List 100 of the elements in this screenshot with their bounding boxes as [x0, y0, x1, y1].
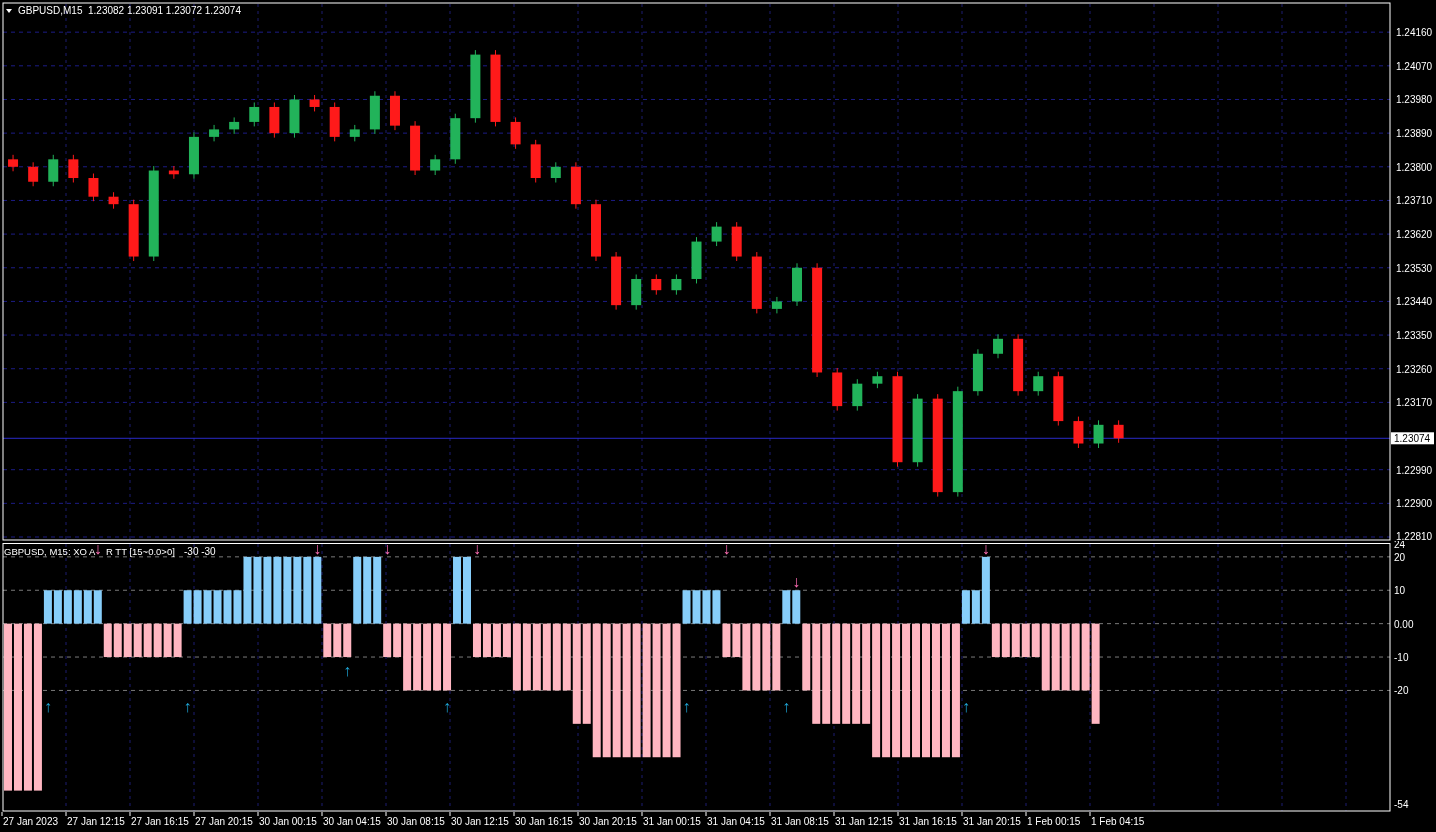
- histogram-bar: [123, 623, 132, 658]
- time-label: 27 Jan 16:15: [131, 816, 189, 827]
- indicator-scale-label: -10: [1394, 652, 1409, 664]
- time-label: 31 Jan 00:15: [643, 816, 701, 827]
- histogram-bar: [103, 623, 112, 658]
- histogram-bar: [223, 590, 232, 624]
- histogram-bar: [83, 590, 92, 624]
- signal-arrow: ↓: [313, 541, 322, 557]
- price-label: 1.23890: [1396, 128, 1433, 140]
- histogram-bar: [63, 590, 72, 624]
- dropdown-icon[interactable]: [6, 9, 12, 13]
- candle: [68, 154, 79, 183]
- signal-arrow: ↑: [443, 698, 452, 716]
- candle: [390, 90, 400, 131]
- histogram-bar: [303, 556, 312, 624]
- histogram-bar: [333, 623, 342, 658]
- price-label: 1.23440: [1396, 296, 1433, 308]
- candle: [771, 296, 782, 314]
- indicator-title: R TT [15~0.0>0]: [106, 546, 175, 557]
- time-label: 30 Jan 00:15: [259, 816, 317, 827]
- candle: [229, 116, 240, 135]
- signal-arrow: ↑: [43, 698, 52, 716]
- histogram-bar: [413, 623, 422, 691]
- signal-arrow: ↓: [792, 572, 801, 590]
- time-label: 27 Jan 2023: [3, 816, 59, 827]
- histogram-bar: [552, 623, 561, 691]
- price-label: 1.23710: [1396, 195, 1433, 207]
- histogram-bar: [1051, 623, 1060, 691]
- signal-arrow: ↑: [183, 698, 192, 716]
- current-price-label: 1.23074: [1391, 432, 1434, 445]
- price-label: 1.24160: [1396, 27, 1433, 39]
- histogram-bar: [53, 590, 62, 624]
- chart-title: GBPUSD,M15 1.23082 1.23091 1.23072 1.23074: [18, 5, 241, 16]
- candle: [349, 124, 360, 142]
- candle: [631, 274, 642, 311]
- candle: [591, 199, 601, 262]
- candle: [1093, 419, 1104, 449]
- histogram-bar: [542, 623, 551, 691]
- signal-arrow: ↓: [981, 541, 990, 557]
- histogram-bar: [762, 623, 771, 691]
- candle: [289, 94, 300, 139]
- histogram-bar: [283, 556, 292, 624]
- time-label: 31 Jan 16:15: [899, 816, 957, 827]
- candle: [1013, 333, 1024, 397]
- time-label: 30 Jan 16:15: [515, 816, 573, 827]
- time-label: 31 Jan 08:15: [771, 816, 829, 827]
- candle: [128, 199, 139, 262]
- time-label: 31 Jan 12:15: [835, 816, 893, 827]
- candle: [832, 367, 843, 412]
- price-label: 1.22900: [1396, 498, 1433, 510]
- indicator-scale-label: -54: [1394, 799, 1409, 810]
- candle: [611, 251, 622, 311]
- histogram-bar: [423, 623, 432, 691]
- histogram-bar: [1021, 623, 1030, 658]
- candle: [711, 221, 722, 247]
- candle: [671, 274, 682, 296]
- candle: [249, 101, 260, 127]
- time-label: 30 Jan 12:15: [451, 816, 509, 827]
- signal-arrow: ↓: [383, 541, 392, 557]
- candle: [329, 101, 340, 142]
- candle: [751, 251, 762, 314]
- indicator-scale-label: -20: [1394, 685, 1409, 697]
- candle: [28, 161, 39, 187]
- candle: [570, 161, 581, 210]
- histogram-bar: [463, 556, 471, 624]
- candle: [8, 154, 19, 172]
- histogram-bar: [702, 590, 711, 624]
- candle: [430, 154, 441, 176]
- histogram-bar: [213, 590, 222, 624]
- histogram-bar: [133, 623, 142, 658]
- candle: [1113, 419, 1124, 444]
- histogram-bar: [263, 556, 272, 624]
- histogram-bar: [1011, 623, 1020, 658]
- histogram-bar: [363, 556, 372, 624]
- candle: [993, 333, 1003, 359]
- histogram-bar: [1001, 623, 1010, 658]
- candle: [550, 161, 561, 183]
- histogram-bar: [522, 623, 531, 691]
- price-label: 1.23260: [1396, 363, 1433, 375]
- histogram-bar: [752, 623, 761, 691]
- histogram-bar: [143, 623, 152, 658]
- histogram-bar: [193, 590, 202, 624]
- histogram-bar: [273, 556, 282, 624]
- candle: [1073, 416, 1084, 449]
- candle: [530, 139, 541, 183]
- histogram-bar: [203, 590, 212, 624]
- candle: [972, 348, 983, 397]
- candle: [1033, 371, 1044, 397]
- price-label: 1.24070: [1396, 60, 1433, 72]
- candle: [269, 101, 280, 139]
- candle: [88, 173, 99, 202]
- price-label: 1.22810: [1396, 531, 1433, 541]
- candle: [188, 131, 199, 180]
- histogram-bar: [443, 623, 452, 691]
- candle: [309, 94, 320, 112]
- price-label: 1.23170: [1396, 397, 1433, 409]
- time-label: 31 Jan 04:15: [707, 816, 765, 827]
- histogram-bar: [93, 590, 102, 624]
- candle: [410, 120, 421, 176]
- histogram-bar: [492, 623, 501, 658]
